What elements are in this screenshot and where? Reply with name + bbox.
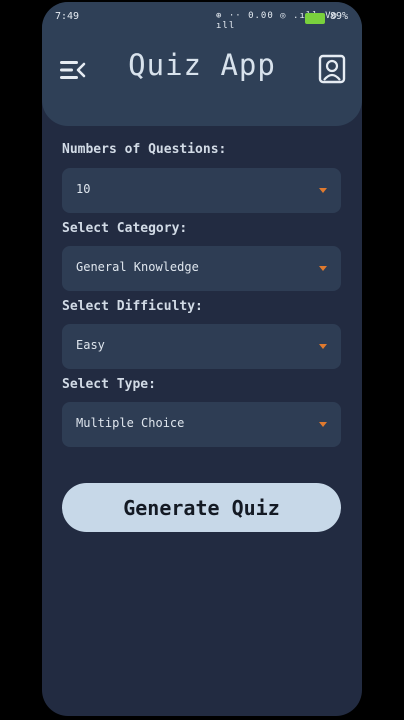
num-questions-value: 10 (76, 182, 91, 196)
num-questions-select[interactable]: 10 (62, 168, 341, 213)
chevron-down-icon (319, 422, 327, 427)
category-value: General Knowledge (76, 260, 199, 274)
phone-screen: 7:49 ⊕ ·· 0.00 ◎ .ıll Vo ıll 89% Quiz Ap… (42, 2, 362, 716)
page-title: Quiz App (128, 48, 276, 82)
chevron-down-icon (319, 344, 327, 349)
chevron-down-icon (319, 266, 327, 271)
type-select[interactable]: Multiple Choice (62, 402, 341, 447)
generate-quiz-button[interactable]: Generate Quiz (62, 483, 341, 532)
profile-icon[interactable] (318, 54, 346, 84)
difficulty-label: Select Difficulty: (62, 299, 203, 314)
category-label: Select Category: (62, 221, 188, 236)
difficulty-value: Easy (76, 338, 105, 352)
difficulty-select[interactable]: Easy (62, 324, 341, 369)
category-select[interactable]: General Knowledge (62, 246, 341, 291)
status-time: 7:49 (55, 11, 80, 22)
num-questions-label: Numbers of Questions: (62, 142, 227, 157)
status-bar: 7:49 ⊕ ·· 0.00 ◎ .ıll Vo ıll 89% (42, 10, 362, 31)
battery-percentage: 89% (330, 11, 349, 22)
app-header: 7:49 ⊕ ·· 0.00 ◎ .ıll Vo ıll 89% Quiz Ap… (42, 2, 362, 126)
type-label: Select Type: (62, 377, 156, 392)
battery-icon (305, 13, 325, 24)
menu-icon[interactable] (58, 58, 86, 82)
type-value: Multiple Choice (76, 416, 185, 430)
chevron-down-icon (319, 188, 327, 193)
